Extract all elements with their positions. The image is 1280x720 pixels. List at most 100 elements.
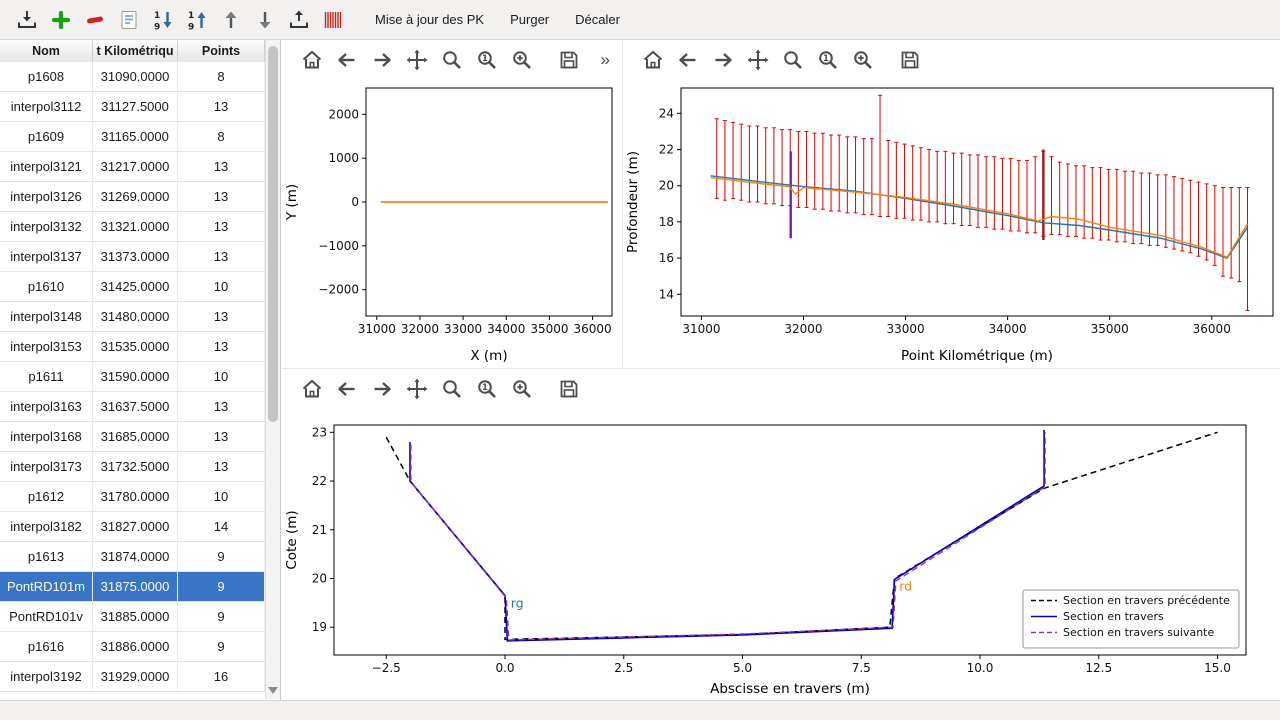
table-row[interactable]: p161331874.00009	[0, 542, 265, 572]
shift-button[interactable]: Décaler	[566, 7, 629, 32]
pan-button[interactable]	[403, 47, 431, 73]
sort-ascending-button[interactable]: 19	[182, 5, 212, 35]
remove-button[interactable]	[80, 5, 110, 35]
cell-nom: p1608	[0, 62, 93, 91]
forward-button[interactable]	[709, 47, 737, 73]
cell-pk: 31090.0000	[93, 62, 178, 91]
zoom-button[interactable]	[438, 47, 466, 73]
update-pk-button[interactable]: Mise à jour des PK	[366, 7, 493, 32]
table-row[interactable]: p161131590.000010	[0, 362, 265, 392]
move-up-button[interactable]	[216, 5, 246, 35]
toolbar-overflow-button[interactable]: »	[597, 50, 614, 70]
svg-text:21: 21	[312, 523, 327, 537]
svg-text:Cote (m): Cote (m)	[284, 510, 300, 569]
add-button[interactable]	[46, 5, 76, 35]
profile-chart[interactable]: 3100032000330003400035000360001416182022…	[623, 80, 1280, 368]
cell-pk: 31685.0000	[93, 422, 178, 451]
table-row[interactable]: interpol316831685.000013	[0, 422, 265, 452]
cell-pk: 31269.0000	[93, 182, 178, 211]
cross-section-chart[interactable]: −2.50.02.55.07.510.012.515.01920212223rg…	[282, 409, 1280, 701]
pan-button[interactable]	[403, 376, 431, 402]
scrollbar-thumb[interactable]	[268, 46, 278, 422]
table-row[interactable]: interpol314831480.000013	[0, 302, 265, 332]
column-header-pk[interactable]: t Kilométriqu	[93, 40, 178, 62]
pk-profile-button[interactable]	[318, 5, 348, 35]
table-row[interactable]: interpol312631269.000013	[0, 182, 265, 212]
svg-text:31000: 31000	[682, 322, 720, 336]
table-row[interactable]: p160931165.00008	[0, 122, 265, 152]
svg-text:9: 9	[188, 22, 194, 32]
zoom-rect-button[interactable]	[508, 376, 536, 402]
table-row[interactable]: PontRD101m31875.00009	[0, 572, 265, 602]
table-row[interactable]: p161631886.00009	[0, 632, 265, 662]
cell-pk: 31165.0000	[93, 122, 178, 151]
zoom-rect-icon	[510, 48, 534, 72]
zoom-rect-icon	[510, 377, 534, 401]
table-row[interactable]: p161231780.000010	[0, 482, 265, 512]
zoom-original-button[interactable]: 1	[473, 47, 501, 73]
back-button[interactable]	[333, 47, 361, 73]
plan-chart-block: 1» 310003200033000340003500036000−2000−1…	[282, 40, 622, 368]
table-row[interactable]: p161031425.000010	[0, 272, 265, 302]
cell-points: 16	[178, 662, 265, 691]
svg-text:Abscisse en travers (m): Abscisse en travers (m)	[710, 681, 870, 697]
table-row[interactable]: p160831090.00008	[0, 62, 265, 92]
save-button[interactable]	[555, 47, 583, 73]
table-vertical-scrollbar[interactable]	[265, 40, 280, 699]
table-row[interactable]: interpol312131217.000013	[0, 152, 265, 182]
home-button[interactable]	[639, 47, 667, 73]
column-header-nom[interactable]: Nom	[0, 40, 93, 62]
home-button[interactable]	[298, 47, 326, 73]
zoom-rect-button[interactable]	[508, 47, 536, 73]
pan-button[interactable]	[744, 47, 772, 73]
table-row[interactable]: PontRD101v31885.00009	[0, 602, 265, 632]
table-row[interactable]: interpol319231929.000016	[0, 662, 265, 692]
cell-nom: interpol3163	[0, 392, 93, 421]
export-button[interactable]	[284, 5, 314, 35]
zoom-original-button[interactable]: 1	[473, 376, 501, 402]
zoom-original-button[interactable]: 1	[814, 47, 842, 73]
top-charts-row: 1» 310003200033000340003500036000−2000−1…	[282, 40, 1280, 368]
plan-chart[interactable]: 310003200033000340003500036000−2000−1000…	[282, 80, 622, 368]
cell-pk: 31875.0000	[93, 572, 178, 601]
svg-text:19: 19	[312, 620, 327, 634]
cell-points: 9	[178, 572, 265, 601]
cell-points: 8	[178, 122, 265, 151]
move-down-button[interactable]	[250, 5, 280, 35]
cell-pk: 31217.0000	[93, 152, 178, 181]
zoom-rect-button[interactable]	[849, 47, 877, 73]
plan-chart-toolbar: 1»	[282, 40, 622, 80]
back-button[interactable]	[674, 47, 702, 73]
edit-notes-button[interactable]	[114, 5, 144, 35]
save-button[interactable]	[555, 376, 583, 402]
export-icon	[287, 8, 311, 32]
import-button[interactable]	[12, 5, 42, 35]
cell-points: 9	[178, 602, 265, 631]
zoom-icon	[781, 48, 805, 72]
zoom-button[interactable]	[779, 47, 807, 73]
table-row[interactable]: interpol318231827.000014	[0, 512, 265, 542]
back-button[interactable]	[333, 376, 361, 402]
sort-descending-button[interactable]: 19	[148, 5, 178, 35]
home-button[interactable]	[298, 376, 326, 402]
svg-text:rd: rd	[899, 579, 912, 594]
forward-button[interactable]	[368, 376, 396, 402]
table-row[interactable]: interpol316331637.500013	[0, 392, 265, 422]
table-row[interactable]: interpol313231321.000013	[0, 212, 265, 242]
table-row[interactable]: interpol317331732.500013	[0, 452, 265, 482]
column-header-points[interactable]: Points	[178, 40, 265, 62]
cell-nom: interpol3121	[0, 152, 93, 181]
forward-button[interactable]	[368, 47, 396, 73]
back-icon	[335, 377, 359, 401]
zoom-button[interactable]	[438, 376, 466, 402]
svg-text:Section en travers: Section en travers	[1063, 610, 1164, 623]
svg-text:12.5: 12.5	[1085, 661, 1112, 675]
purge-button[interactable]: Purger	[501, 7, 558, 32]
table-row[interactable]: interpol311231127.500013	[0, 92, 265, 122]
svg-text:1: 1	[482, 383, 488, 393]
table-row[interactable]: interpol313731373.000013	[0, 242, 265, 272]
table-row[interactable]: interpol315331535.000013	[0, 332, 265, 362]
scrollbar-down-arrow-icon[interactable]	[268, 687, 278, 694]
save-button[interactable]	[896, 47, 924, 73]
cell-pk: 31827.0000	[93, 512, 178, 541]
